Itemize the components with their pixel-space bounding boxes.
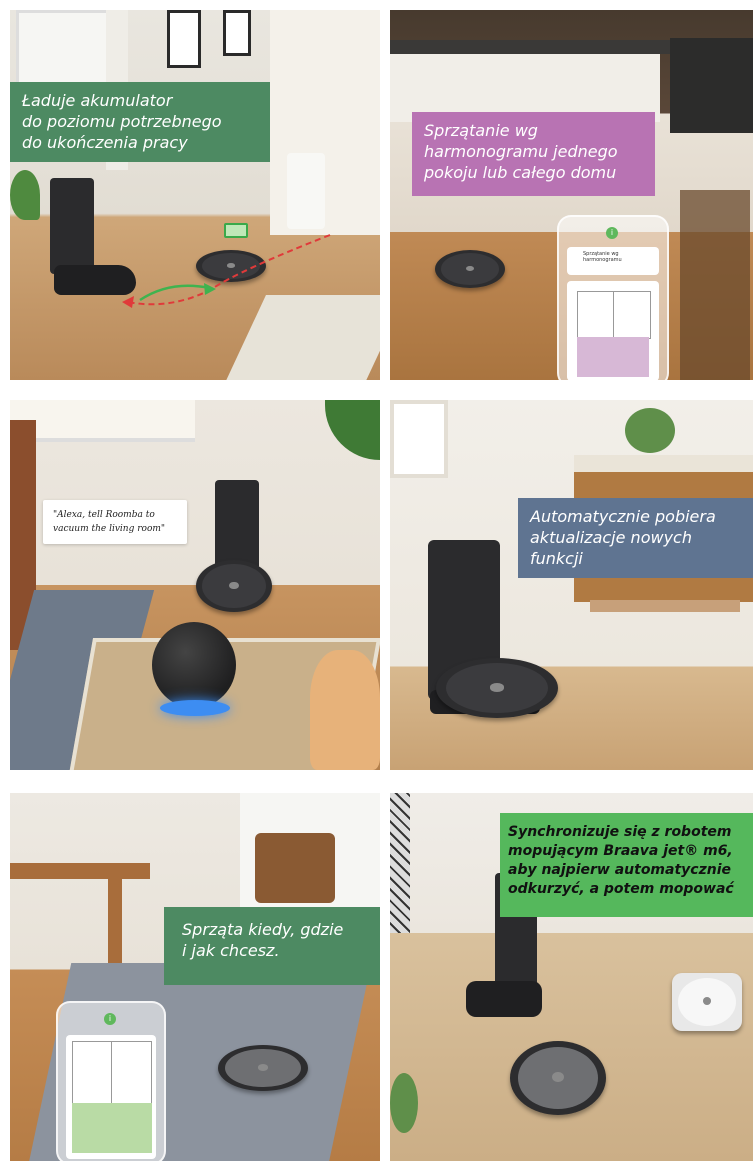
vase [310,650,380,770]
table [590,600,740,612]
echo-speaker [152,622,236,708]
return-path-arrows [122,234,331,308]
roomba-robot [435,250,505,288]
floor-map [567,281,659,380]
tile-caption: Ładuje akumulator do poziomu potrzebnego… [10,82,270,162]
schedule-card: Sprzątanie wg harmonogramu [567,247,659,275]
window [10,400,195,442]
wall-frame [390,400,448,478]
tile-schedule: i Sprzątanie wg harmonogramu Sprzątanie … [390,10,753,380]
phone-app-mockup: i Sprzątanie wg harmonogramu [557,215,669,380]
echo-light-ring [160,700,230,716]
schedule-card-title: Sprzątanie wg harmonogramu [583,251,622,263]
clean-base-dock [215,480,259,570]
tile-clean-anywhere: i Sprząta kiedy, gdzie i jak chcesz. [10,793,380,1161]
tile-caption: Sprzątanie wg harmonogramu jednego pokoj… [412,112,655,196]
plant [325,400,380,460]
tile-caption: Sprząta kiedy, gdzie i jak chcesz. [164,907,380,985]
braava-mop [672,973,742,1031]
app-logo-icon: i [104,1013,116,1025]
tiled-wall [390,793,410,933]
plant [390,1073,418,1133]
chair [680,190,750,380]
plant [625,408,675,453]
tile-caption: Automatycznie pobiera aktualizacje nowyc… [518,498,753,578]
tile-charging: Ładuje akumulator do poziomu potrzebnego… [10,10,380,380]
app-logo-icon: i [606,227,618,239]
dock-ramp [466,981,542,1017]
tile-voice-control: "Alexa, tell Roomba to vacuum the living… [10,400,380,770]
dining-table [10,863,150,879]
stove [670,38,753,133]
armchair [255,833,335,903]
roomba-robot [218,1045,308,1091]
roomba-robot [436,658,558,718]
roomba-robot [196,560,272,612]
phone-app-mockup: i [56,1001,166,1161]
tile-caption: Synchronizuje się z robotem mopującym Br… [500,813,753,917]
tile-braava-sync: Synchronizuje się z robotem mopującym Br… [390,793,753,1161]
roomba-robot [510,1041,606,1115]
tile-updates: Automatycznie pobiera aktualizacje nowyc… [390,400,753,770]
floor-map [66,1035,156,1159]
speech-bubble: "Alexa, tell Roomba to vacuum the living… [43,500,187,544]
